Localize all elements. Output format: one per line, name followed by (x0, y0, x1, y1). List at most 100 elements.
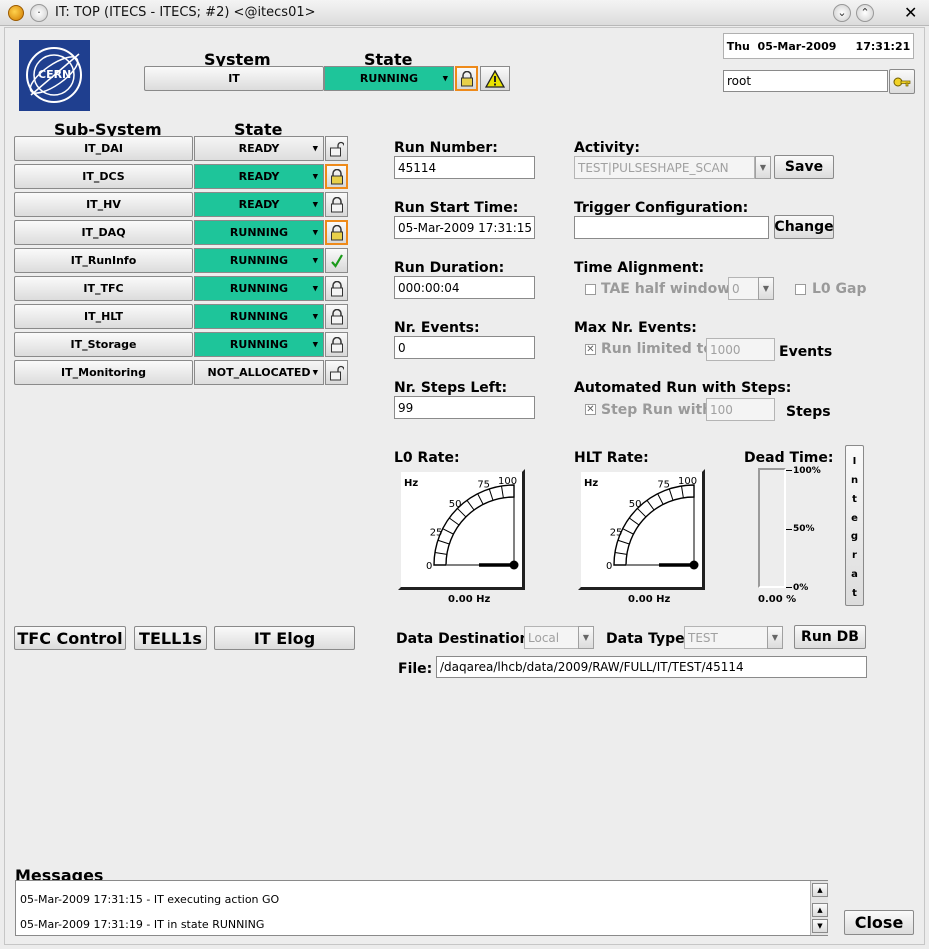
subsystem-state[interactable]: RUNNING ▼ (194, 220, 324, 245)
subsystem-state[interactable]: RUNNING ▼ (194, 248, 324, 273)
gauge-scale (433, 484, 515, 566)
system-button[interactable]: IT (144, 66, 324, 91)
subsystem-lock-button[interactable] (325, 136, 348, 161)
subsystem-button[interactable]: IT_DCS (14, 164, 193, 189)
subsystem-lock-button[interactable] (325, 276, 348, 301)
subsystem-lock-button[interactable] (325, 304, 348, 329)
window-menu-button[interactable]: · (30, 4, 48, 22)
chevron-down-icon: ▼ (312, 340, 318, 349)
subsystem-button[interactable]: IT_HV (14, 192, 193, 217)
subsystem-state[interactable]: READY ▼ (194, 164, 324, 189)
chevron-down-icon: ▼ (312, 200, 318, 209)
message-line: 05-Mar-2009 17:31:15 - IT executing acti… (20, 893, 280, 906)
step-run-field[interactable]: 100 (706, 398, 775, 421)
l0gap-label: L0 Gap (812, 281, 867, 297)
integrate-letter: r (852, 550, 857, 562)
system-lock-button[interactable] (455, 66, 478, 91)
subsystem-button[interactable]: IT_Storage (14, 332, 193, 357)
subsystem-lock-button[interactable] (325, 192, 348, 217)
steps-left-field[interactable]: 99 (394, 396, 535, 419)
tell1s-button[interactable]: TELL1s (134, 626, 207, 650)
integrate-button[interactable]: Integrat (845, 445, 864, 606)
time-alignment-label: Time Alignment: (574, 260, 705, 276)
run-limited-checkbox[interactable]: ✕ (585, 344, 596, 355)
lock-closed-icon (330, 196, 343, 212)
elog-button[interactable]: IT Elog (214, 626, 355, 650)
tae-dropdown-arrow[interactable]: ▼ (758, 277, 774, 300)
steps-unit-label: Steps (786, 404, 831, 420)
subsystem-button[interactable]: IT_RunInfo (14, 248, 193, 273)
step-run-checkbox[interactable]: ✕ (585, 404, 596, 415)
subsystem-state-label: RUNNING (229, 254, 289, 267)
subsystem-button[interactable]: IT_HLT (14, 304, 193, 329)
integrate-letter: I (852, 456, 857, 467)
tae-value-select[interactable]: 0 (728, 277, 760, 300)
file-path-field[interactable]: /daqarea/lhcb/data/2009/RAW/FULL/IT/TEST… (436, 656, 867, 678)
lock-closed-icon (330, 336, 343, 352)
subsystem-state[interactable]: RUNNING ▼ (194, 304, 324, 329)
run-limited-field[interactable]: 1000 (706, 338, 775, 361)
nr-events-field[interactable]: 0 (394, 336, 535, 359)
tfc-control-button[interactable]: TFC Control (14, 626, 126, 650)
app-icon[interactable] (8, 5, 24, 21)
messages-box: 05-Mar-2009 17:31:15 - IT executing acti… (15, 880, 828, 936)
gauge-unit: Hz (404, 478, 418, 489)
subsystem-state[interactable]: RUNNING ▼ (194, 276, 324, 301)
activity-dropdown-arrow[interactable]: ▼ (755, 156, 771, 179)
subsystem-state[interactable]: READY ▼ (194, 192, 324, 217)
gauge-dial: 0 25 50 75 100 Hz (584, 476, 699, 572)
dead-tick-label-100: 100% (793, 466, 821, 476)
subsystem-button[interactable]: IT_DAQ (14, 220, 193, 245)
chevron-down-icon: ▼ (312, 144, 318, 153)
maximize-button[interactable]: ⌃ (856, 4, 874, 22)
save-button[interactable]: Save (774, 155, 834, 179)
run-duration-label: Run Duration: (394, 260, 505, 276)
auto-run-label: Automated Run with Steps: (574, 380, 792, 396)
user-field[interactable]: root (723, 70, 888, 92)
cern-logo-text: CERN (38, 68, 72, 81)
subsystem-lock-button[interactable] (325, 332, 348, 357)
chevron-down-icon: ▼ (312, 172, 318, 181)
subsystem-state[interactable]: NOT_ALLOCATED ▼ (194, 360, 324, 385)
l0gap-checkbox[interactable] (795, 284, 806, 295)
scroll-up-button[interactable]: ▲ (812, 883, 828, 897)
close-window-button[interactable]: ✕ (904, 3, 917, 22)
data-destination-arrow[interactable]: ▼ (578, 626, 594, 649)
subsystem-button[interactable]: IT_Monitoring (14, 360, 193, 385)
activity-select[interactable]: TEST|PULSESHAPE_SCAN (574, 156, 755, 179)
subsystem-state[interactable]: RUNNING ▼ (194, 332, 324, 357)
step-run-label: Step Run with (601, 402, 713, 418)
data-type-arrow[interactable]: ▼ (767, 626, 783, 649)
integrate-letter: g (850, 531, 859, 543)
max-events-label: Max Nr. Events: (574, 320, 697, 336)
close-button[interactable]: Close (844, 910, 914, 935)
scroll-mid-button[interactable]: ▲ (812, 903, 828, 917)
run-number-field[interactable]: 45114 (394, 156, 535, 179)
run-db-button[interactable]: Run DB (794, 625, 866, 649)
warning-button[interactable] (480, 66, 510, 91)
run-duration-field[interactable]: 000:00:04 (394, 276, 535, 299)
trigger-config-field[interactable] (574, 216, 769, 239)
subsystem-button[interactable]: IT_TFC (14, 276, 193, 301)
integrate-letter: t (852, 587, 857, 599)
data-destination-select[interactable]: Local (524, 626, 580, 649)
scroll-down-button[interactable]: ▼ (812, 919, 828, 933)
dead-tick-label-50: 50% (793, 524, 815, 534)
data-type-select[interactable]: TEST (684, 626, 769, 649)
subsystem-lock-button[interactable] (325, 248, 348, 273)
system-state[interactable]: RUNNING ▼ (324, 66, 454, 91)
lock-closed-icon (460, 70, 473, 86)
subsystem-lock-button[interactable] (325, 164, 348, 189)
subsystem-state[interactable]: READY ▼ (194, 136, 324, 161)
gauge-unit: Hz (584, 478, 598, 489)
subsystem-lock-button[interactable] (325, 220, 348, 245)
l0-rate-gauge: 0 25 50 75 100 Hz (398, 469, 525, 590)
subsystem-lock-button[interactable] (325, 360, 348, 385)
minimize-button[interactable]: ⌄ (833, 4, 851, 22)
messages-scrollbar[interactable]: ▲ ▲ ▼ (810, 881, 828, 935)
run-start-time-field[interactable]: 05-Mar-2009 17:31:15 (394, 216, 535, 239)
change-button[interactable]: Change (774, 215, 834, 239)
subsystem-button[interactable]: IT_DAI (14, 136, 193, 161)
login-button[interactable] (889, 69, 915, 94)
tae-checkbox[interactable] (585, 284, 596, 295)
